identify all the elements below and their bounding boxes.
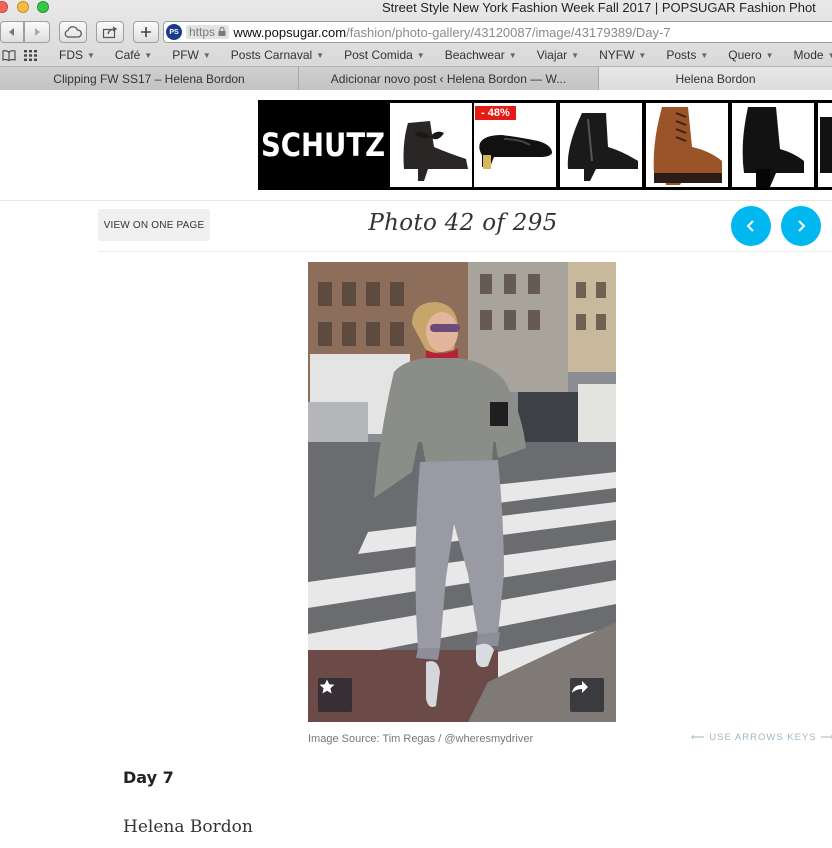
chevron-down-icon: ▼ [700, 50, 709, 60]
chevron-down-icon: ▼ [416, 50, 425, 60]
bookmarks-bar: FDS ▼ Café ▼ PFW ▼ Posts Carnaval ▼ Post Com… [0, 45, 832, 65]
section-divider [0, 200, 832, 201]
tab-label: Adicionar novo post ‹ Helena Bordon — W.… [330, 71, 567, 86]
bow-ankle-boot-icon [403, 121, 468, 181]
ad-product-card[interactable] [732, 103, 814, 187]
zoom-window-icon[interactable] [37, 1, 49, 13]
chevron-down-icon: ▼ [316, 50, 325, 60]
ad-product-card[interactable]: - 48% [474, 103, 556, 187]
new-tab-button[interactable] [133, 21, 159, 43]
discount-badge: - 48% [475, 106, 516, 120]
chevron-down-icon: ▼ [202, 50, 211, 60]
chevron-down-icon: ▼ [638, 50, 647, 60]
tab-clipping[interactable]: Clipping FW SS17 – Helena Bordon [0, 66, 299, 90]
star-icon [319, 679, 335, 694]
https-indicator: https [186, 25, 230, 39]
tab-helena-bordon[interactable]: Helena Bordon [599, 66, 832, 90]
chevron-down-icon: ▼ [508, 50, 517, 60]
bookmark-folder-beachwear[interactable]: Beachwear ▼ [435, 48, 527, 62]
brand-logo[interactable]: SCHUTZ [261, 100, 385, 190]
view-one-page-button[interactable]: VIEW ON ONE PAGE [98, 209, 210, 241]
image-source-credit: Image Source: Tim Regas / @wheresmydrive… [308, 733, 534, 745]
photo-caption: Helena Bordon [123, 817, 253, 837]
previous-photo-button[interactable] [731, 206, 771, 246]
bookmark-folder-posts[interactable]: Posts ▼ [656, 48, 718, 62]
photo-title: Day 7 [123, 768, 174, 787]
bookmark-folder-cafe[interactable]: Café ▼ [105, 48, 162, 62]
bookmark-folder-pfw[interactable]: PFW ▼ [162, 48, 221, 62]
forward-arrow-icon [35, 28, 40, 36]
url-domain: www.popsugar.com [233, 24, 347, 40]
window-title: Street Style New York Fashion Week Fall … [382, 0, 816, 15]
patent-ankle-boot-icon [567, 113, 638, 181]
back-button[interactable] [0, 21, 24, 43]
next-photo-button[interactable] [781, 206, 821, 246]
back-arrow-icon [9, 28, 14, 36]
cloud-icon [64, 26, 82, 38]
reading-list-icon[interactable] [0, 49, 24, 61]
share-icon [102, 26, 118, 39]
chevron-down-icon: ▼ [827, 50, 832, 60]
minimize-window-icon[interactable] [17, 1, 29, 13]
chevron-right-icon [798, 220, 806, 232]
section-divider [98, 251, 832, 252]
tab-bar: Clipping FW SS17 – Helena Bordon Adicion… [0, 66, 832, 90]
ad-product-card[interactable] [560, 103, 642, 187]
street-style-photo [308, 262, 616, 722]
gallery-photo[interactable] [308, 262, 616, 722]
bookmark-folder-post-comida[interactable]: Post Comida ▼ [334, 48, 435, 62]
schutz-ad-banner[interactable]: SCHUTZ - 48% [258, 100, 832, 190]
bookmark-folder-mode[interactable]: Mode ▼ [784, 48, 832, 62]
tab-label: Clipping FW SS17 – Helena Bordon [53, 71, 245, 86]
chevron-down-icon: ▼ [87, 50, 95, 60]
plus-icon [141, 27, 151, 37]
share-button[interactable] [96, 21, 124, 43]
share-photo-button[interactable] [570, 678, 604, 712]
close-window-icon[interactable] [0, 1, 8, 13]
url-path: /fashion/photo-gallery/43120087/image/43… [346, 24, 671, 40]
address-bar[interactable]: PS https www.popsugar.com /fashion/photo… [163, 21, 832, 43]
bookmark-folder-quero[interactable]: Quero ▼ [718, 48, 783, 62]
chevron-down-icon: ▼ [144, 50, 153, 60]
chevron-down-icon: ▼ [571, 50, 580, 60]
site-favicon: PS [166, 24, 182, 40]
lock-icon [218, 26, 226, 36]
lace-up-combat-boot-icon [653, 107, 722, 185]
browser-chrome: Street Style New York Fashion Week Fall … [0, 0, 832, 90]
favorite-photo-button[interactable] [318, 678, 352, 712]
chevron-down-icon: ▼ [765, 50, 774, 60]
bookmark-folder-fds[interactable]: FDS ▼ [49, 48, 105, 62]
chevron-left-icon [746, 220, 754, 232]
icloud-tabs-button[interactable] [59, 21, 87, 43]
bookmark-folder-posts-carnaval[interactable]: Posts Carnaval ▼ [221, 48, 334, 62]
bookmark-folder-viajar[interactable]: Viajar ▼ [527, 48, 589, 62]
share-arrow-icon [572, 681, 588, 693]
ad-product-card[interactable] [390, 103, 472, 187]
photo-counter: Photo 42 of 295 [368, 210, 558, 236]
ad-product-card[interactable] [646, 103, 728, 187]
tab-adicionar-post[interactable]: Adicionar novo post ‹ Helena Bordon — W.… [299, 66, 599, 90]
bookmark-folder-nyfw[interactable]: NYFW ▼ [589, 48, 656, 62]
ad-product-card[interactable] [818, 103, 832, 187]
tab-label: Helena Bordon [675, 71, 756, 86]
arrow-keys-hint: ⟵ USE ARROWS KEYS ⟶ [691, 732, 832, 743]
black-boot-partial-icon [820, 117, 832, 173]
top-sites-grid-icon[interactable] [24, 49, 49, 61]
forward-button[interactable] [24, 21, 50, 43]
https-label: https [189, 25, 216, 39]
platform-ankle-boot-icon [742, 107, 804, 187]
